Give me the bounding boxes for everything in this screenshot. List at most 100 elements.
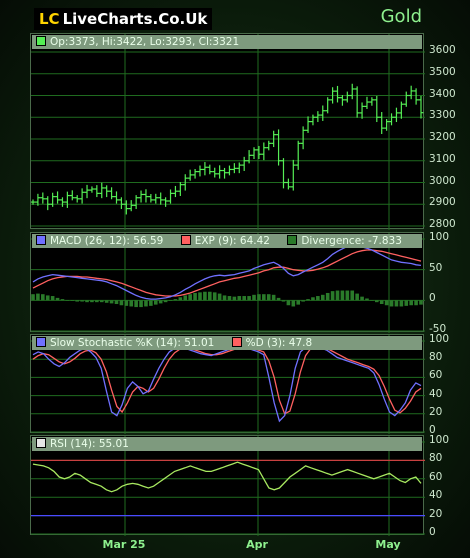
- y-tick-label: 3600: [429, 44, 456, 56]
- divergence-bar: [227, 296, 232, 301]
- divergence-bar: [70, 300, 75, 301]
- divergence-bar: [124, 300, 129, 306]
- macd-plot: [31, 233, 425, 333]
- y-tick-label: 2800: [429, 218, 456, 230]
- chart-frame: LC LiveCharts.Co.Uk Gold Op:3373, Hi:3422…: [0, 0, 470, 558]
- divergence-bar: [90, 300, 94, 303]
- divergence-bar: [384, 300, 389, 306]
- stoch-k-label: Slow Stochastic %K (14): 51.01: [50, 337, 215, 349]
- divergence-bar: [178, 297, 183, 301]
- divergence-bar: [399, 300, 404, 307]
- y-tick-label: 2900: [429, 196, 456, 209]
- y-tick-label: 3400: [429, 87, 456, 100]
- stochastic-panel: Slow Stochastic %K (14): 51.01 %D (3): 4…: [30, 334, 425, 434]
- macd-label: MACD (26, 12): 56.59: [50, 235, 164, 247]
- price-panel: Op:3373, Hi:3422, Lo:3293, Cl:3321: [30, 33, 425, 230]
- y-tick-label: 60: [429, 470, 443, 483]
- y-tick-label: 3100: [429, 152, 456, 165]
- divergence-bar: [173, 299, 178, 301]
- divergence-bar: [188, 294, 192, 301]
- divergence-bar: [320, 294, 325, 301]
- divergence-bar: [335, 290, 340, 301]
- divergence-bar: [50, 296, 55, 301]
- divergence-bar: [163, 300, 168, 303]
- divergence-bar: [99, 300, 104, 303]
- brand-logo[interactable]: LC LiveCharts.Co.Uk: [34, 8, 213, 30]
- y-tick-label: 100: [429, 434, 450, 446]
- macd-panel: MACD (26, 12): 56.59 EXP (9): 64.42 Dive…: [30, 232, 425, 333]
- divergence-bar: [149, 300, 153, 306]
- divergence-bar: [104, 300, 109, 303]
- stochastic-legend: Slow Stochastic %K (14): 51.01 %D (3): 4…: [32, 336, 422, 350]
- divergence-bar: [394, 300, 399, 307]
- y-tick-label: 3200: [429, 131, 456, 143]
- divergence-bar: [266, 294, 271, 301]
- divergence-bar: [232, 296, 237, 301]
- x-tick-label: May: [375, 538, 401, 551]
- divergence-bar: [262, 294, 266, 301]
- y-tick-label: 80: [429, 351, 443, 364]
- divergence-bar: [85, 300, 89, 303]
- divergence-bar: [95, 300, 99, 303]
- rsi-legend: RSI (14): 55.01: [32, 437, 422, 451]
- divergence-bar: [158, 300, 163, 304]
- y-tick-label: 3000: [429, 174, 456, 187]
- divergence-bar: [286, 300, 291, 306]
- divergence-bar: [45, 295, 50, 301]
- divergence-bar: [41, 294, 45, 301]
- rsi-panel: RSI (14): 55.01: [30, 435, 425, 536]
- divergence-bar: [129, 300, 134, 307]
- divergence-bar: [301, 300, 305, 302]
- divergence-bar: [291, 300, 296, 307]
- divergence-bar: [119, 300, 124, 306]
- divergence-bar: [217, 293, 222, 301]
- rsi-plot: [31, 436, 425, 536]
- y-tick-label: 100: [429, 231, 450, 243]
- divergence-bar: [252, 294, 256, 301]
- divergence-bar: [311, 297, 315, 301]
- macd-legend: MACD (26, 12): 56.59 EXP (9): 64.42 Dive…: [32, 234, 422, 248]
- divergence-bar: [55, 297, 60, 301]
- y-tick-label: 40: [429, 387, 443, 400]
- y-tick-label: 100: [429, 333, 450, 345]
- divergence-bar: [271, 294, 276, 301]
- divergence-label: Divergence: -7.833: [301, 235, 402, 247]
- price-legend: Op:3373, Hi:3422, Lo:3293, Cl:3321: [32, 35, 422, 49]
- y-tick-label: 20: [429, 507, 443, 520]
- divergence-bar: [31, 294, 35, 301]
- x-tick-label: Mar 25: [102, 538, 146, 551]
- divergence-bar: [325, 292, 330, 301]
- y-tick-label: 0: [429, 292, 436, 305]
- divergence-bar: [374, 300, 379, 303]
- y-tick-label: 50: [429, 261, 443, 274]
- divergence-bar: [355, 293, 359, 301]
- rsi-label: RSI (14): 55.01: [50, 438, 129, 450]
- macd-line: [32, 243, 422, 300]
- divergence-bar: [404, 300, 409, 306]
- stoch-d-label: %D (3): 47.8: [245, 337, 313, 349]
- divergence-bar: [203, 291, 207, 301]
- divergence-bar: [276, 297, 281, 301]
- divergence-bar: [365, 298, 369, 301]
- divergence-bar: [134, 300, 138, 308]
- divergence-bar: [409, 300, 413, 306]
- divergence-bar: [75, 300, 80, 302]
- y-tick-label: 20: [429, 405, 443, 418]
- x-tick-label: Apr: [246, 538, 268, 551]
- divergence-bar: [414, 300, 418, 306]
- stoch-k-line: [32, 344, 422, 423]
- y-tick-label: 60: [429, 369, 443, 382]
- divergence-bar: [144, 300, 148, 307]
- divergence-bar: [340, 290, 345, 301]
- divergence-bar: [139, 300, 143, 308]
- divergence-bar: [208, 291, 212, 301]
- divergence-bar: [296, 300, 301, 305]
- y-tick-label: 3500: [429, 65, 456, 78]
- rsi-line: [32, 461, 422, 493]
- y-tick-label: 0: [429, 526, 436, 538]
- ohlc-readout: Op:3373, Hi:3422, Lo:3293, Cl:3321: [50, 36, 240, 48]
- divergence-bar: [345, 290, 350, 301]
- divergence-bar: [389, 300, 394, 307]
- price-plot: [31, 34, 425, 230]
- divergence-bar: [370, 300, 374, 301]
